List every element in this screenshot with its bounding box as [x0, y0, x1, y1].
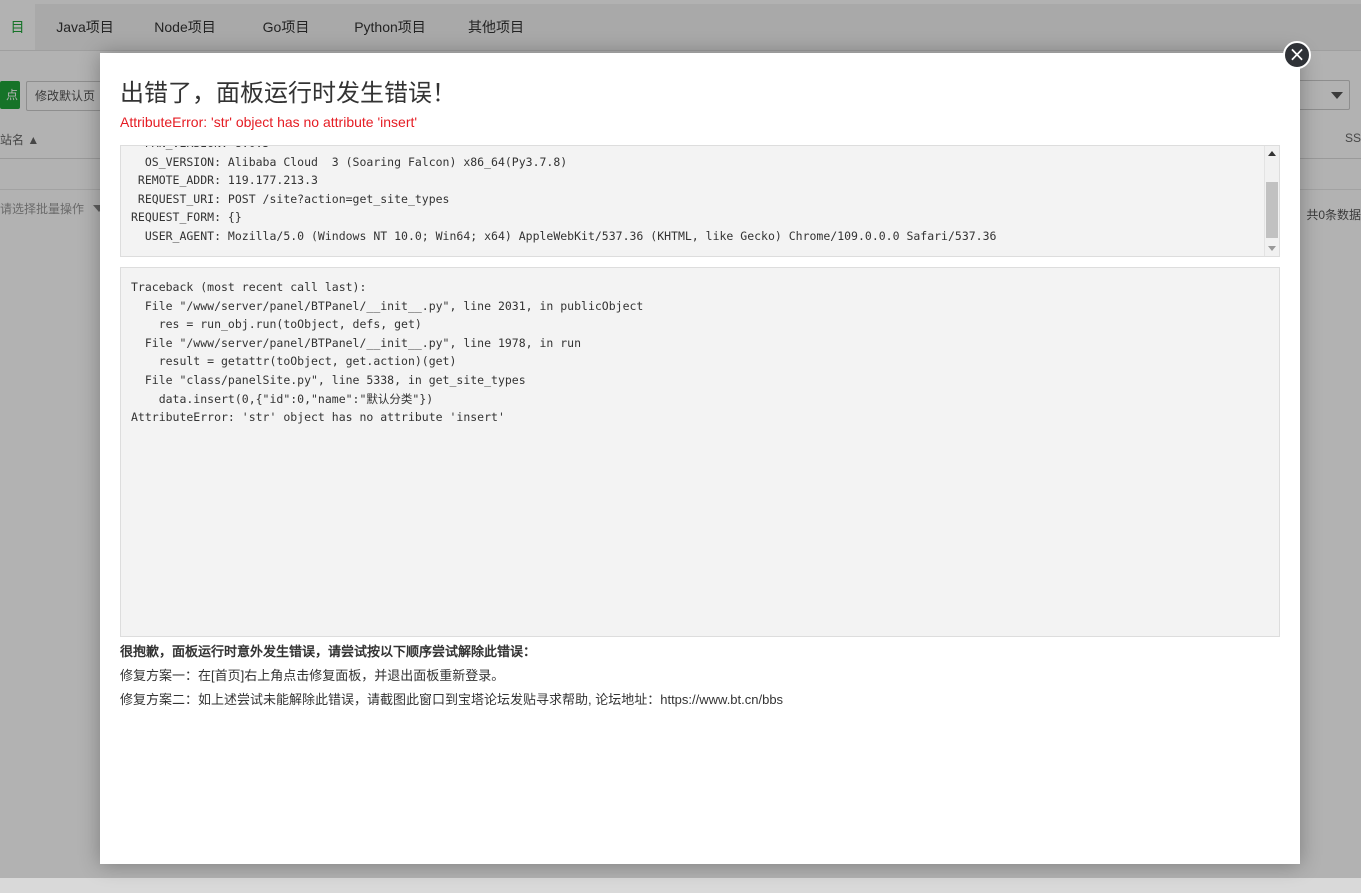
request-info-line: PAN_VERSION: 8.0.5	[131, 146, 270, 150]
traceback-line: data.insert(0,{"id":0,"name":"默认分类"})	[158, 391, 434, 406]
traceback-line: AttributeError: 'str' object has no attr…	[131, 410, 505, 425]
help-fix-two: 修复方案二：如上述尝试未能解除此错误，请截图此窗口到宝塔论坛发贴寻求帮助, 论坛…	[120, 692, 784, 707]
bottom-strip	[0, 878, 1361, 893]
traceback-line: File "/www/server/panel/BTPanel/__init__…	[144, 335, 582, 350]
scrollbar[interactable]	[1264, 146, 1279, 256]
request-info-line: REQUEST_FORM: {}	[131, 210, 242, 224]
traceback-line: Traceback (most recent call last):	[131, 280, 367, 294]
request-info-line: USER_AGENT: Mozilla/5.0 (Windows NT 10.0…	[131, 228, 997, 243]
traceback-box[interactable]: Traceback (most recent call last): File …	[120, 267, 1280, 637]
error-dialog: 出错了，面板运行时发生错误！ AttributeError: 'str' obj…	[100, 53, 1300, 864]
request-info-line: REMOTE_ADDR: 119.177.213.3	[137, 173, 318, 187]
traceback-line: result = getattr(toObject, get.action)(g…	[158, 354, 457, 369]
help-fix-one: 修复方案一：在[首页]右上角点击修复面板，并退出面板重新登录。	[120, 668, 505, 683]
traceback-line: File "/www/server/panel/BTPanel/__init__…	[144, 298, 644, 313]
scroll-up-icon[interactable]	[1268, 151, 1276, 156]
error-summary: AttributeError: 'str' object has no attr…	[120, 114, 418, 130]
dialog-title: 出错了，面板运行时发生错误！	[120, 80, 456, 107]
help-title: 很抱歉，面板运行时意外发生错误，请尝试按以下顺序尝试解除此错误：	[120, 644, 537, 659]
traceback-text: Traceback (most recent call last): File …	[131, 278, 643, 427]
request-info-line: OS_VERSION: Alibaba Cloud 3 (Soaring Fal…	[144, 154, 568, 169]
request-info-line: REQUEST_URI: POST /site?action=get_site_…	[137, 191, 450, 206]
traceback-line: res = run_obj.run(toObject, defs, get)	[158, 317, 422, 332]
scroll-down-icon[interactable]	[1268, 246, 1276, 251]
scrollbar-thumb[interactable]	[1266, 182, 1278, 238]
close-icon[interactable]: ×	[1283, 41, 1311, 69]
request-info-box[interactable]: PAN_VERSION: 8.0.5 OS_VERSION: Alibaba C…	[120, 145, 1280, 257]
request-info-text: PAN_VERSION: 8.0.5 OS_VERSION: Alibaba C…	[131, 146, 997, 245]
traceback-line: File "class/panelSite.py", line 5338, in…	[144, 372, 526, 387]
